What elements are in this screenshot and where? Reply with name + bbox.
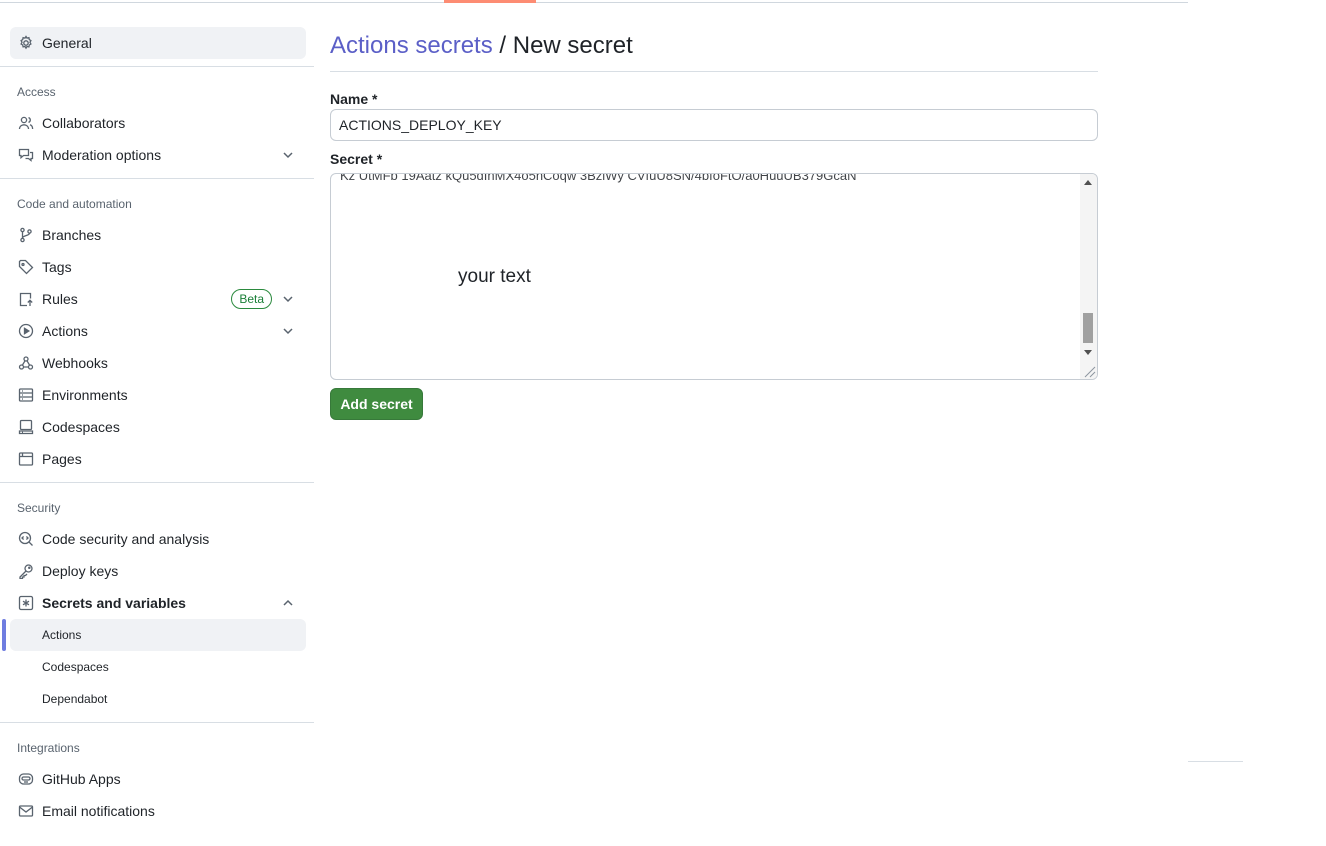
browser-icon	[18, 451, 34, 467]
tag-icon	[18, 259, 34, 275]
sidebar-item-label: Moderation options	[42, 147, 162, 163]
breadcrumb-actions-secrets-link[interactable]: Actions secrets	[330, 32, 493, 59]
chevron-up-icon	[280, 595, 296, 611]
sidebar-subitem-label: Dependabot	[42, 692, 108, 706]
title-divider	[330, 71, 1098, 72]
repo-push-icon	[18, 291, 34, 307]
comment-discussion-icon	[18, 147, 34, 163]
sidebar-item-label: Tags	[42, 259, 72, 275]
sidebar-item-label: Actions	[42, 323, 88, 339]
sidebar-item-codespaces[interactable]: Codespaces	[10, 411, 306, 443]
sidebar-item-collaborators[interactable]: Collaborators	[10, 107, 306, 139]
sidebar-item-label: Deploy keys	[42, 563, 119, 579]
footer-divider	[1188, 761, 1243, 762]
codespaces-icon	[18, 419, 34, 435]
group-title-code-automation: Code and automation	[17, 197, 132, 211]
gear-icon	[18, 35, 34, 51]
add-secret-button[interactable]: Add secret	[330, 388, 423, 420]
secret-text-scrolled-line: Kz UtMFb 19Aatz kQu5dIhMX4o5nCoqw 3BziWy…	[340, 173, 857, 183]
sidebar-item-label: Branches	[42, 227, 102, 243]
sidebar-item-label: Codespaces	[42, 419, 120, 435]
sidebar-item-webhooks[interactable]: Webhooks	[10, 347, 306, 379]
asterisk-box-icon	[18, 595, 34, 611]
hubot-icon	[18, 771, 34, 787]
git-branch-icon	[18, 227, 34, 243]
mail-icon	[18, 803, 34, 819]
sidebar-item-email-notifications[interactable]: Email notifications	[10, 795, 306, 827]
scrollbar-thumb[interactable]	[1083, 313, 1093, 343]
sidebar-subitem-label: Actions	[42, 628, 82, 642]
sidebar-subitem-dependabot[interactable]: Dependabot	[10, 683, 306, 715]
page-title-text: New secret	[512, 32, 633, 59]
resize-grip-icon[interactable]	[1082, 364, 1096, 378]
sidebar-item-label: Environments	[42, 387, 128, 403]
chevron-down-icon	[280, 147, 296, 163]
sidebar-subitem-codespaces[interactable]: Codespaces	[10, 651, 306, 683]
codescan-icon	[18, 531, 34, 547]
secret-field-label: Secret *	[330, 151, 383, 167]
sidebar-item-pages[interactable]: Pages	[10, 443, 306, 475]
sidebar-subitem-actions[interactable]: Actions	[10, 619, 306, 651]
sidebar-item-label: Rules	[42, 291, 78, 307]
textarea-scrollbar[interactable]	[1080, 174, 1097, 379]
sidebar-item-moderation[interactable]: Moderation options	[10, 139, 306, 171]
people-icon	[18, 115, 34, 131]
sidebar-subitem-label: Codespaces	[42, 660, 109, 674]
page-title: Actions secrets / New secret	[330, 32, 633, 60]
sidebar-divider	[0, 722, 314, 723]
play-icon	[18, 323, 34, 339]
selection-indicator	[2, 619, 6, 651]
secret-name-input[interactable]	[330, 109, 1098, 141]
sidebar-item-branches[interactable]: Branches	[10, 219, 306, 251]
group-title-access: Access	[17, 85, 56, 99]
active-tab-underline	[444, 0, 536, 3]
sidebar-item-secrets-and-variables[interactable]: Secrets and variables	[10, 587, 306, 619]
key-icon	[18, 563, 34, 579]
sidebar-divider	[0, 482, 314, 483]
sidebar-item-tags[interactable]: Tags	[10, 251, 306, 283]
group-title-integrations: Integrations	[17, 741, 80, 755]
chevron-down-icon	[280, 323, 296, 339]
group-title-security: Security	[17, 501, 61, 515]
server-icon	[18, 387, 34, 403]
beta-badge: Beta	[231, 289, 272, 309]
sidebar-divider	[0, 66, 314, 67]
sidebar-item-label: Email notifications	[42, 803, 155, 819]
secret-value-textarea[interactable]: Kz UtMFb 19Aatz kQu5dIhMX4o5nCoqw 3BziWy…	[330, 173, 1098, 380]
sidebar-item-deploy-keys[interactable]: Deploy keys	[10, 555, 306, 587]
sidebar-item-actions[interactable]: Actions	[10, 315, 306, 347]
scroll-down-arrow-icon[interactable]	[1084, 350, 1092, 355]
sidebar-item-label: GitHub Apps	[42, 771, 121, 787]
sidebar-item-label: Collaborators	[42, 115, 126, 131]
chevron-down-icon	[280, 291, 296, 307]
scroll-up-arrow-icon[interactable]	[1084, 180, 1092, 185]
webhook-icon	[18, 355, 34, 371]
sidebar-item-code-security[interactable]: Code security and analysis	[10, 523, 306, 555]
sidebar-item-rules[interactable]: Rules Beta	[10, 283, 306, 315]
breadcrumb-separator: /	[492, 32, 513, 59]
sidebar-item-environments[interactable]: Environments	[10, 379, 306, 411]
name-field-label: Name *	[330, 91, 378, 107]
sidebar-item-general[interactable]: General	[10, 27, 306, 59]
sidebar-item-label: Pages	[42, 451, 82, 467]
settings-sidebar: General Access Collaborators Moderation …	[0, 0, 316, 846]
sidebar-divider	[0, 178, 314, 179]
secret-text-content: your text	[458, 266, 531, 287]
sidebar-item-label: General	[42, 35, 92, 51]
sidebar-item-label: Code security and analysis	[42, 531, 210, 547]
sidebar-item-label: Secrets and variables	[42, 595, 186, 611]
sidebar-item-github-apps[interactable]: GitHub Apps	[10, 763, 306, 795]
sidebar-item-label: Webhooks	[42, 355, 108, 371]
